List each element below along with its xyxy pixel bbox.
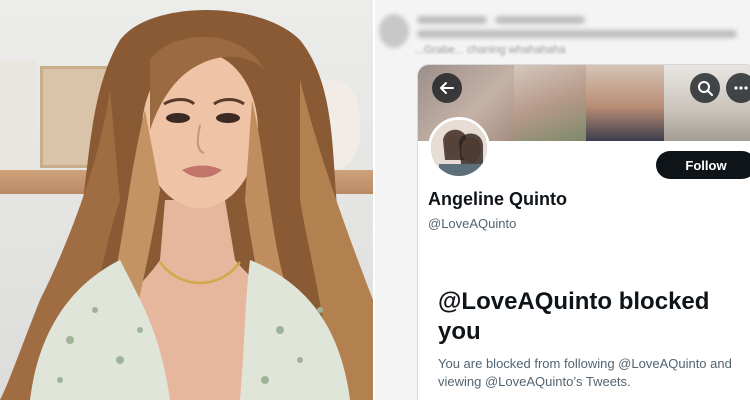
more-button[interactable] bbox=[726, 73, 750, 103]
blocked-title: @LoveAQuinto blocked you bbox=[438, 288, 710, 345]
blurred-tweet-preview: ...Grabe... chaning whahahaha bbox=[375, 6, 750, 56]
portrait-photo bbox=[0, 0, 373, 400]
search-button[interactable] bbox=[690, 73, 720, 103]
profile-handle: @LoveAQuinto bbox=[428, 216, 517, 231]
blurred-username bbox=[417, 16, 487, 24]
banner-photo-2 bbox=[514, 65, 586, 141]
arrow-left-icon bbox=[440, 82, 454, 94]
twitter-screenshot: ...Grabe... chaning whahahaha Follow Ang… bbox=[375, 0, 750, 400]
search-icon bbox=[698, 81, 713, 96]
profile-card: Follow Angeline Quinto @LoveAQuinto @Lov… bbox=[417, 64, 750, 400]
follow-button[interactable]: Follow bbox=[656, 151, 750, 179]
portrait-figure bbox=[0, 10, 373, 400]
banner-photo-3 bbox=[586, 65, 664, 141]
blocked-description: You are blocked from following @LoveAQui… bbox=[438, 356, 732, 389]
back-button[interactable] bbox=[432, 73, 462, 103]
profile-display-name: Angeline Quinto bbox=[428, 189, 567, 209]
blurred-avatar bbox=[379, 14, 409, 48]
avatar-image bbox=[431, 120, 487, 176]
profile-avatar[interactable] bbox=[428, 117, 490, 179]
more-dots-icon bbox=[734, 86, 748, 90]
blurred-text-line bbox=[417, 30, 737, 38]
blurred-caption: ...Grabe... chaning whahahaha bbox=[415, 44, 566, 56]
blurred-handle bbox=[495, 16, 585, 24]
